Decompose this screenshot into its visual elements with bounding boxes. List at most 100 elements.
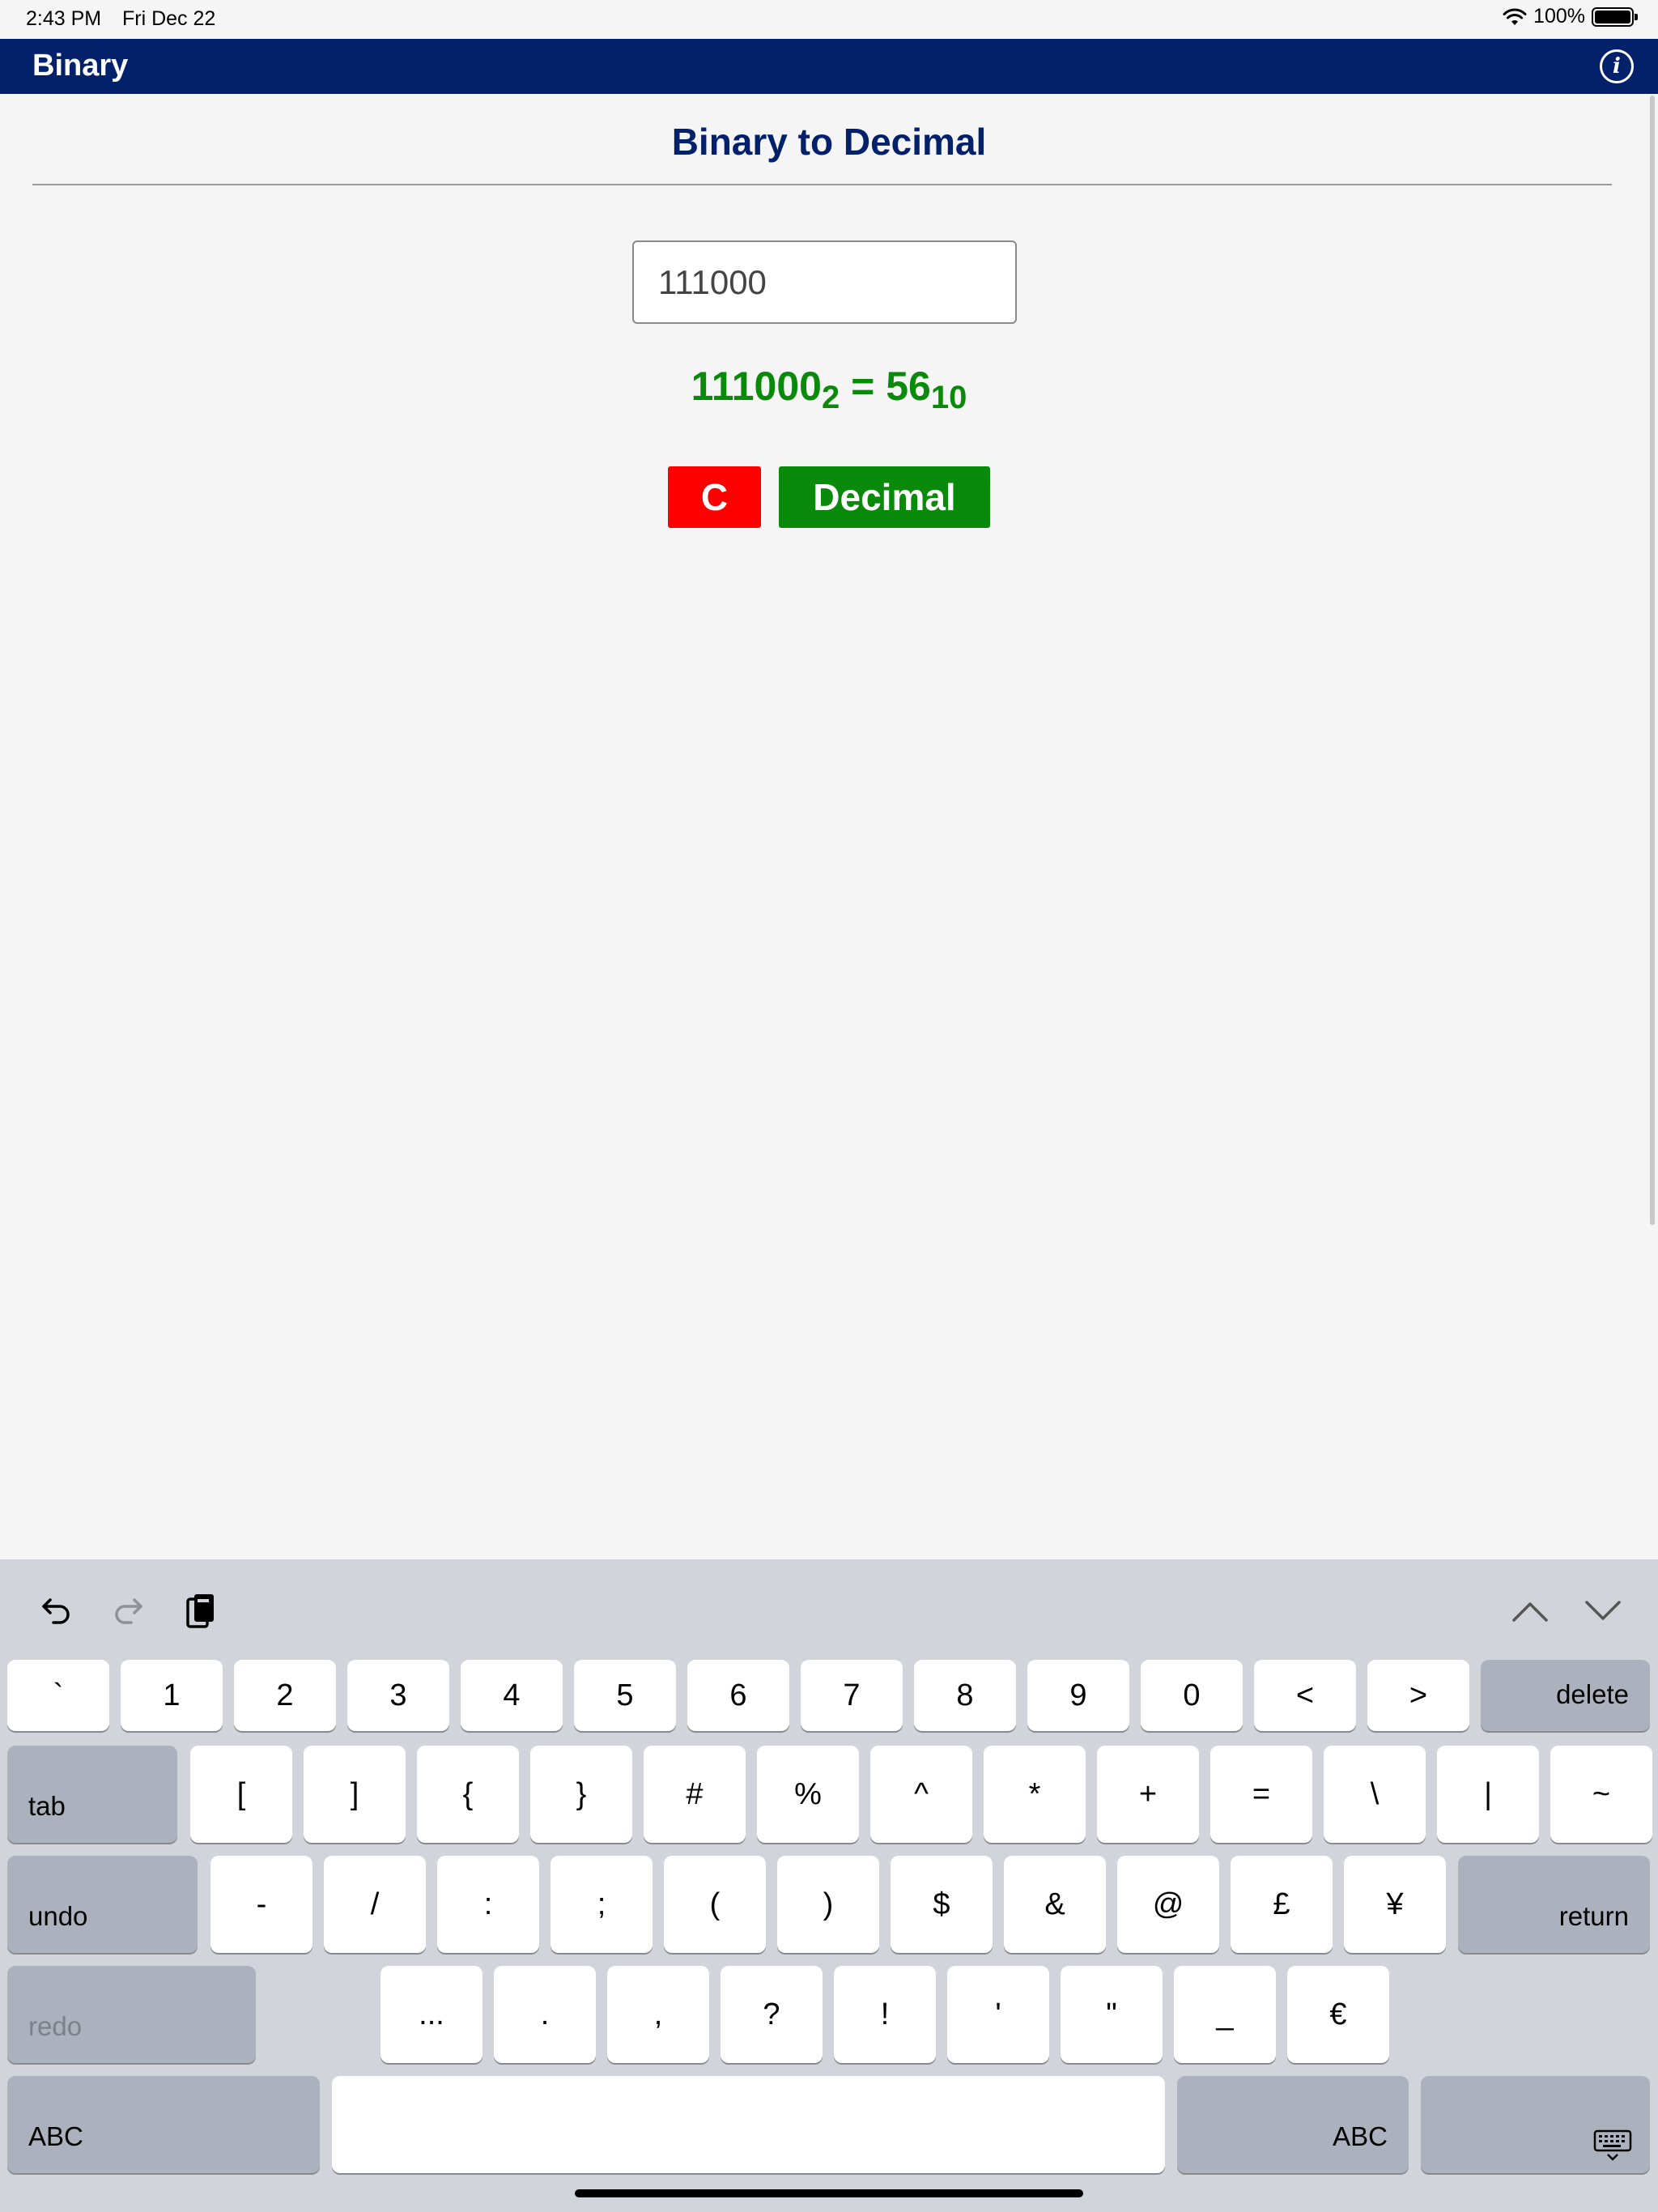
chevron-up-icon[interactable]: [1507, 1589, 1553, 1634]
key-6-row2[interactable]: ^: [870, 1746, 972, 1843]
result-binary: 111000: [691, 364, 822, 409]
key-4-row2[interactable]: #: [644, 1746, 746, 1843]
key-2-row1[interactable]: 2: [234, 1660, 336, 1731]
space-bar[interactable]: [332, 2076, 1165, 2173]
key-4-row3-label: (: [709, 1887, 721, 1921]
key-3-row4-label: ?: [763, 1997, 780, 2031]
key-8-row1[interactable]: 8: [914, 1660, 1016, 1731]
key-5-row2[interactable]: %: [757, 1746, 859, 1843]
redo-key[interactable]: redo: [7, 1966, 256, 2063]
result-binary-base: 2: [821, 380, 840, 415]
key-0-row2[interactable]: [: [190, 1746, 292, 1843]
key-3-row3-label: ;: [597, 1887, 606, 1921]
key-2-row4[interactable]: ,: [607, 1966, 709, 2063]
key-4-row3[interactable]: (: [664, 1856, 766, 1953]
key-7-row3[interactable]: &: [1004, 1856, 1106, 1953]
key-4-row1[interactable]: 4: [461, 1660, 563, 1731]
nav-title: Binary: [32, 49, 129, 83]
key-2-row2[interactable]: {: [417, 1746, 519, 1843]
key-4-row2-label: #: [686, 1776, 704, 1811]
key-0-row3[interactable]: -: [210, 1856, 312, 1953]
key-5-row3[interactable]: ): [777, 1856, 879, 1953]
key-2-row3[interactable]: :: [437, 1856, 539, 1953]
key-7-row2[interactable]: *: [984, 1746, 1086, 1843]
undo-key[interactable]: undo: [7, 1856, 198, 1953]
key-12-row1[interactable]: >: [1367, 1660, 1469, 1731]
key-3-row1-label: 3: [389, 1678, 407, 1712]
conversion-result: 1110002 = 5610: [0, 363, 1658, 415]
key-0-row2-label: [: [236, 1776, 246, 1811]
return-key[interactable]: return: [1458, 1856, 1650, 1953]
key-3-row1[interactable]: 3: [347, 1660, 449, 1731]
status-right: 100%: [1503, 5, 1638, 28]
key-1-row3-label: /: [370, 1887, 380, 1921]
key-6-row1[interactable]: 6: [687, 1660, 789, 1731]
info-icon[interactable]: i: [1600, 49, 1634, 83]
delete-key[interactable]: delete: [1481, 1660, 1650, 1731]
key-6-row4[interactable]: ": [1061, 1966, 1163, 2063]
key-10-row2[interactable]: \: [1324, 1746, 1426, 1843]
result-decimal: 56: [886, 364, 931, 409]
abc-left-key[interactable]: ABC: [7, 2076, 320, 2173]
key-0-row4[interactable]: ...: [380, 1966, 483, 2063]
abc-right-key[interactable]: ABC: [1177, 2076, 1409, 2173]
key-9-row1[interactable]: 9: [1027, 1660, 1129, 1731]
keyboard-dismiss-icon: [1593, 2129, 1632, 2161]
key-7-row3-label: &: [1044, 1887, 1065, 1921]
key-1-row3[interactable]: /: [324, 1856, 426, 1953]
key-11-row2[interactable]: |: [1437, 1746, 1539, 1843]
key-1-row1[interactable]: 1: [121, 1660, 223, 1731]
keyboard-toolbar: [0, 1559, 1658, 1657]
key-5-row4[interactable]: ': [947, 1966, 1049, 2063]
key-8-row3[interactable]: @: [1117, 1856, 1219, 1953]
key-0-row1[interactable]: `: [7, 1660, 109, 1731]
key-8-row4-label: €: [1329, 1997, 1347, 2031]
key-10-row1[interactable]: 0: [1141, 1660, 1243, 1731]
result-decimal-base: 10: [930, 380, 967, 415]
key-8-row3-label: @: [1152, 1887, 1184, 1921]
scroll-indicator[interactable]: [1650, 96, 1655, 1225]
key-1-row2-label: ]: [350, 1776, 359, 1811]
paste-icon[interactable]: [178, 1589, 223, 1634]
binary-input[interactable]: [634, 242, 1015, 322]
key-1-row4[interactable]: .: [494, 1966, 596, 2063]
tab-key[interactable]: tab: [7, 1746, 177, 1843]
key-8-row4[interactable]: €: [1287, 1966, 1389, 2063]
key-12-row2[interactable]: ~: [1550, 1746, 1652, 1843]
key-4-row4[interactable]: !: [834, 1966, 936, 2063]
key-10-row3[interactable]: ¥: [1344, 1856, 1446, 1953]
keyboard-dismiss-key[interactable]: [1421, 2076, 1650, 2173]
convert-to-decimal-button[interactable]: Decimal: [779, 466, 990, 528]
key-5-row1[interactable]: 5: [574, 1660, 676, 1731]
key-1-row2[interactable]: ]: [304, 1746, 406, 1843]
chevron-down-icon[interactable]: [1580, 1589, 1626, 1634]
key-8-row1-label: 8: [956, 1678, 974, 1712]
key-8-row2[interactable]: +: [1097, 1746, 1199, 1843]
key-9-row3-label: £: [1273, 1887, 1290, 1921]
key-12-row2-label: ~: [1592, 1776, 1611, 1811]
undo-icon[interactable]: [34, 1589, 79, 1634]
binary-input-container[interactable]: [632, 240, 1017, 324]
key-3-row3[interactable]: ;: [551, 1856, 653, 1953]
key-7-row2-label: *: [1028, 1776, 1041, 1811]
key-9-row3[interactable]: £: [1231, 1856, 1333, 1953]
redo-icon[interactable]: [105, 1589, 151, 1634]
key-7-row4-label: _: [1216, 1997, 1234, 2031]
key-6-row3-label: $: [933, 1887, 950, 1921]
key-1-row1-label: 1: [163, 1678, 181, 1712]
key-3-row2[interactable]: }: [530, 1746, 632, 1843]
key-6-row2-label: ^: [914, 1776, 929, 1811]
key-3-row4[interactable]: ?: [721, 1966, 823, 2063]
key-6-row3[interactable]: $: [891, 1856, 993, 1953]
key-7-row4[interactable]: _: [1174, 1966, 1276, 2063]
key-10-row3-label: ¥: [1386, 1887, 1404, 1921]
return-key-label: return: [1558, 1901, 1629, 1931]
key-4-row4-label: !: [880, 1997, 890, 2031]
key-2-row2-label: {: [462, 1776, 474, 1811]
key-12-row1-label: >: [1409, 1678, 1428, 1712]
clear-button[interactable]: C: [668, 466, 761, 528]
key-11-row1[interactable]: <: [1254, 1660, 1356, 1731]
key-5-row2-label: %: [794, 1776, 822, 1811]
key-9-row2[interactable]: =: [1210, 1746, 1312, 1843]
key-7-row1[interactable]: 7: [801, 1660, 903, 1731]
